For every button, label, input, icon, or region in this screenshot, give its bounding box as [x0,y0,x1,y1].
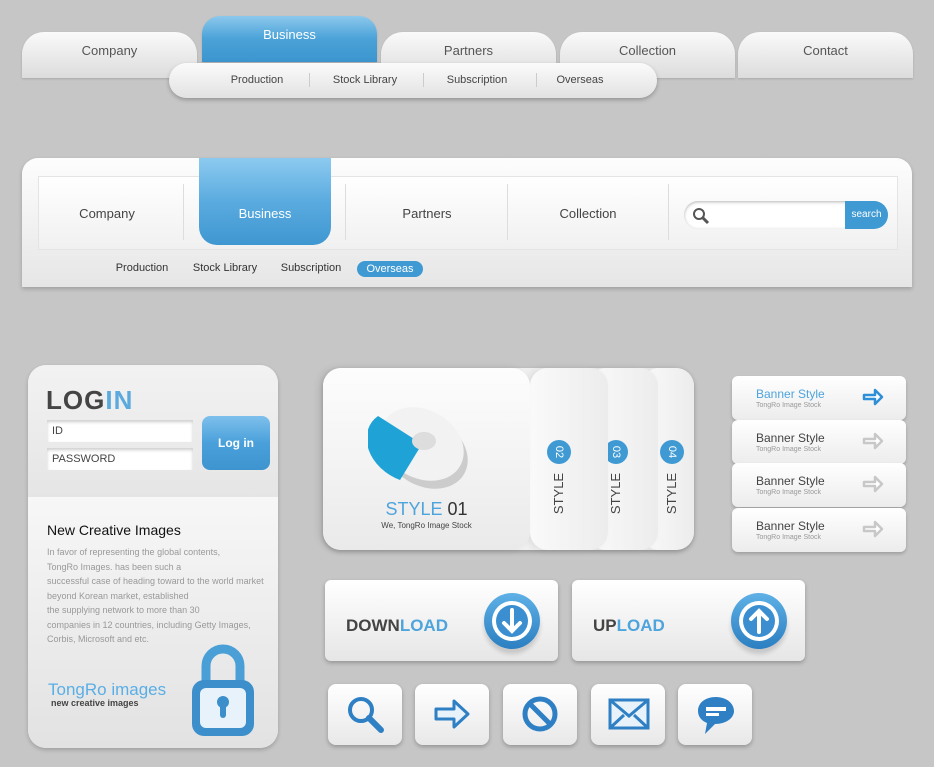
login-title-a: LOG [46,385,106,415]
nav2-tab-company[interactable]: Company [79,206,135,221]
pie-chart-icon [368,407,468,489]
style-01-title: STYLE 01 [323,499,530,520]
arrow-right-icon [862,475,884,493]
brand-tagline: new creative images [51,698,139,708]
no-entry-icon [522,696,558,732]
chat-bubble-icon [698,697,734,734]
divider [668,184,669,240]
banner-item[interactable]: Banner Style TongRo Image Stock [732,420,906,464]
style-label: STYLE [664,472,680,515]
block-icon-button[interactable] [503,684,577,745]
style-label: STYLE [608,472,624,515]
id-field[interactable]: ID [47,420,193,442]
nav1-sub-production[interactable]: Production [231,74,284,86]
search-icon [693,208,710,225]
search-icon-button[interactable] [328,684,402,745]
para-line: the supplying network to more than 30 [47,605,200,615]
style-num: 04 [660,440,684,464]
banner-subtitle: TongRo Image Stock [756,534,821,541]
banner-title: Banner Style [756,387,825,401]
nav2-sub-overseas[interactable]: Overseas [357,261,423,277]
lock-icon [192,644,254,736]
nav1-sub-overseas[interactable]: Overseas [556,74,603,86]
search-field[interactable]: search [684,201,888,229]
mail-icon [608,698,650,730]
upload-button[interactable]: UPLOAD [572,580,805,661]
banner-subtitle: TongRo Image Stock [756,402,821,409]
arrow-right-icon [434,699,470,729]
nav2-sub-production[interactable]: Production [116,262,169,274]
style-tab-01[interactable]: STYLE 01 We, TongRo Image Stock [323,368,530,550]
style-title-a: STYLE [385,499,443,519]
arrow-right-icon [862,388,884,406]
search-button[interactable]: search [845,201,888,229]
upload-icon [731,593,787,649]
login-card: LOGIN ID PASSWORD Log in New Creative Im… [28,365,278,748]
password-field[interactable]: PASSWORD [47,448,193,470]
card-heading: New Creative Images [47,522,181,538]
banner-title: Banner Style [756,519,825,533]
banner-subtitle: TongRo Image Stock [756,446,821,453]
nav1-tab-contact[interactable]: Contact [738,32,913,78]
nav1-subnav: Production Stock Library Subscription Ov… [169,63,657,98]
banner-title: Banner Style [756,431,825,445]
banner-item[interactable]: Banner Style TongRo Image Stock [732,463,906,507]
banner-item[interactable]: Banner Style TongRo Image Stock [732,508,906,552]
divider [309,73,310,87]
style-tabs: 04 STYLE 03 STYLE 02 STYLE STYLE 01 We, Ton… [323,368,694,550]
para-line: beyond Korean market, established [47,590,189,601]
login-button[interactable]: Log in [202,416,270,470]
arrow-right-icon [862,432,884,450]
brand-logo: TongRo images [48,680,167,699]
divider [423,73,424,87]
nav2-tab-collection[interactable]: Collection [559,206,616,221]
para-line: successful case of heading toward to the… [47,576,264,586]
card-paragraph: In favor of representing the global cont… [47,545,272,647]
divider [536,73,537,87]
banner-title: Banner Style [756,474,825,488]
style-num: 02 [547,440,571,464]
chat-icon-button[interactable] [678,684,752,745]
nav2: Company Partners Collection Business sea… [22,158,912,287]
nav2-sub-subscription[interactable]: Subscription [281,262,342,274]
nav1-tab-business[interactable]: Business [202,16,377,62]
mail-icon-button[interactable] [591,684,665,745]
download-label: DOWNLOAD [346,616,448,635]
style-01-sub: We, TongRo Image Stock [381,521,472,530]
nav1-sub-subscription[interactable]: Subscription [447,74,508,86]
divider [183,184,184,240]
search-input[interactable] [714,205,839,225]
login-title-b: IN [105,385,134,415]
upload-label: UPLOAD [593,616,665,635]
banner-item[interactable]: Banner Style TongRo Image Stock [732,376,906,420]
nav1-sub-stock-library[interactable]: Stock Library [333,74,397,86]
style-title-b: 01 [447,499,468,519]
download-icon [484,593,540,649]
login-title: LOGIN [46,385,133,416]
style-tab-02[interactable]: 02 STYLE [530,368,608,550]
para-line: companies in 12 countries, including Get… [47,619,251,630]
banner-subtitle: TongRo Image Stock [756,489,821,496]
search-icon [348,697,384,733]
nav2-tab-business[interactable]: Business [199,158,331,245]
para-line: TongRo Images. has been such a [47,561,182,572]
para-line: In favor of representing the global cont… [47,547,221,557]
nav2-tab-partners[interactable]: Partners [402,206,451,221]
download-button[interactable]: DOWNLOAD [325,580,558,661]
style-label: STYLE [551,472,567,515]
divider [507,184,508,240]
arrow-right-icon [862,520,884,538]
divider [345,184,346,240]
nav2-sub-stock-library[interactable]: Stock Library [193,262,257,274]
arrow-icon-button[interactable] [415,684,489,745]
